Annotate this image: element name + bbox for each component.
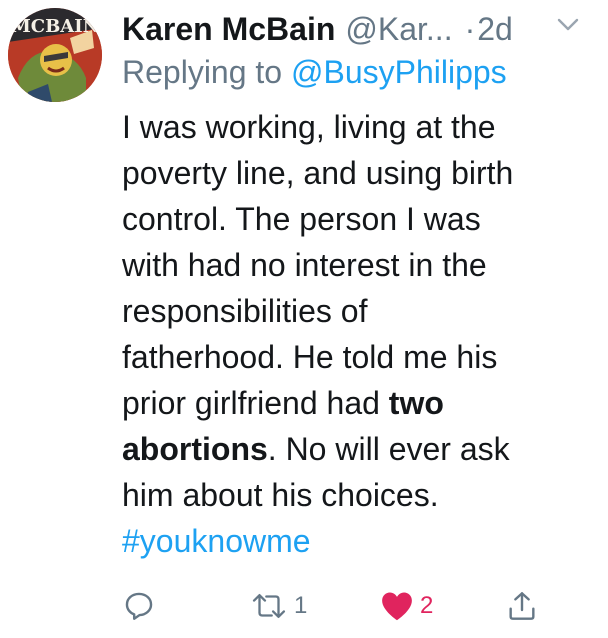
tweet-text-line: him about his choices.: [122, 477, 439, 513]
tweet-text-bold: abortions: [122, 431, 268, 467]
tweet-text-line: responsibilities of: [122, 293, 368, 329]
replying-to-mention[interactable]: @BusyPhilipps: [291, 54, 507, 90]
retweet-icon: [252, 593, 286, 619]
avatar-image: MCBAIN: [8, 8, 102, 102]
avatar-logo-text: MCBAIN: [11, 16, 99, 37]
like-button[interactable]: 2: [380, 588, 433, 624]
display-name[interactable]: Karen McBain: [122, 11, 335, 48]
share-button[interactable]: [506, 588, 538, 624]
avatar[interactable]: MCBAIN: [8, 8, 102, 102]
replying-to: Replying to @BusyPhilipps: [122, 54, 507, 91]
retweet-count: 1: [294, 592, 308, 619]
share-icon: [509, 592, 535, 620]
tweet-text-line: with had no interest in the: [122, 247, 487, 283]
action-bar: 1 2: [122, 588, 592, 624]
replying-to-label: Replying to: [122, 54, 291, 90]
user-handle[interactable]: @Kar...: [345, 11, 452, 48]
tweet-header: Karen McBain @Kar... · 2d: [122, 8, 592, 50]
timestamp[interactable]: 2d: [477, 11, 513, 48]
hashtag-link[interactable]: #youknowme: [122, 518, 592, 564]
like-count: 2: [420, 592, 434, 619]
tweet-text-line: fatherhood. He told me his: [122, 339, 498, 375]
tweet-text-bold: two: [388, 385, 444, 421]
tweet-text-line: I was working, living at the: [122, 109, 496, 145]
tweet-text: I was working, living at the poverty lin…: [122, 104, 592, 564]
tweet-text-fragment: prior girlfriend had: [122, 385, 389, 421]
tweet-text-line: prior girlfriend had two: [122, 380, 592, 426]
separator-dot: ·: [464, 10, 476, 47]
heart-icon: [382, 592, 412, 621]
tweet-text-line: control. The person I was: [122, 201, 481, 237]
reply-button[interactable]: [122, 588, 156, 624]
tweet-text-fragment: . No will ever ask: [267, 431, 510, 467]
reply-icon: [125, 592, 153, 620]
tweet[interactable]: MCBAIN Karen McBain @Kar... · 2d Replyin…: [0, 0, 608, 638]
tweet-text-line: poverty line, and using birth: [122, 155, 514, 191]
retweet-button[interactable]: 1: [250, 588, 307, 624]
tweet-text-line: abortions. No will ever ask: [122, 426, 592, 472]
chevron-down-icon[interactable]: [556, 12, 580, 36]
